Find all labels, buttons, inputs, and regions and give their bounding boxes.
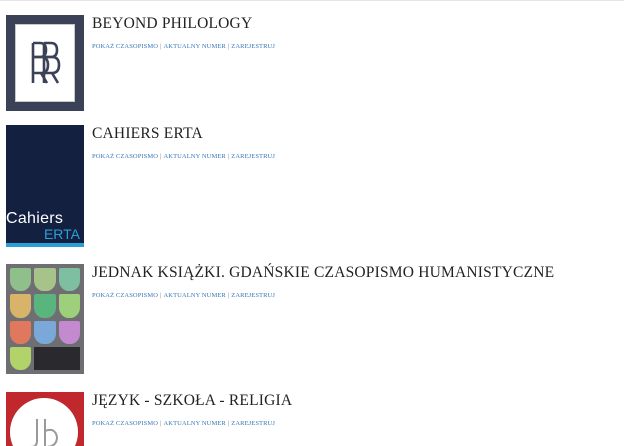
journal-links: POKAŻ CZASOPISMO | AKTUALNY NUMER | ZAREJEST… [92, 153, 275, 160]
bp-monogram-icon [31, 41, 61, 84]
journal-title[interactable]: JEDNAK KSIĄŻKI. GDAŃSKIE CZASOPISMO HUMA… [92, 264, 554, 282]
link-separator: | [160, 43, 162, 50]
link-separator: | [160, 420, 162, 427]
cover-shield-tile [34, 268, 56, 292]
cover-shield-tile [10, 320, 32, 344]
journal-list: BEYOND PHILOLOGY POKAŻ CZASOPISMO | AKTUAL… [0, 0, 624, 446]
cover-shield-tile [58, 268, 80, 292]
cover-shield-tile [10, 346, 32, 370]
journal-cover-beyond-philology[interactable] [6, 15, 84, 111]
cover-shield-tile [10, 294, 32, 318]
cover-shield-tile [58, 294, 80, 318]
current-issue-link[interactable]: AKTUALNY NUMER [163, 43, 225, 50]
show-journal-link[interactable]: POKAŻ CZASOPISMO [92, 153, 158, 160]
journal-cover-cahiers-erta[interactable]: Cahiers ERTA [6, 125, 84, 247]
cover-frame [15, 24, 75, 102]
show-journal-link[interactable]: POKAŻ CZASOPISMO [92, 292, 158, 299]
link-separator: | [227, 420, 230, 427]
journal-links: POKAŻ CZASOPISMO | AKTUALNY NUMER | ZAREJEST… [92, 420, 275, 427]
current-issue-link[interactable]: AKTUALNY NUMER [163, 292, 225, 299]
journal-title[interactable]: JĘZYK - SZKOŁA - RELIGIA [92, 392, 292, 410]
link-separator: | [160, 292, 162, 299]
journal-title[interactable]: BEYOND PHILOLOGY [92, 15, 252, 33]
link-separator: | [227, 292, 230, 299]
link-separator: | [160, 153, 162, 160]
cover-word-erta: ERTA [43, 226, 80, 242]
journal-links: POKAŻ CZASOPISMO | AKTUALNY NUMER | ZAREJEST… [92, 292, 275, 299]
cover-circle [10, 398, 78, 446]
journal-title[interactable]: CAHIERS ERTA [92, 125, 203, 143]
register-link[interactable]: ZAREJESTRUJ [231, 420, 275, 427]
link-separator: | [227, 43, 230, 50]
show-journal-link[interactable]: POKAŻ CZASOPISMO [92, 420, 158, 427]
journal-links: POKAŻ CZASOPISMO | AKTUALNY NUMER | ZAREJEST… [92, 43, 275, 50]
cover-shield-tile [34, 320, 56, 344]
current-issue-link[interactable]: AKTUALNY NUMER [163, 153, 225, 160]
register-link[interactable]: ZAREJESTRUJ [231, 43, 275, 50]
register-link[interactable]: ZAREJESTRUJ [231, 153, 275, 160]
show-journal-link[interactable]: POKAŻ CZASOPISMO [92, 43, 158, 50]
cover-shield-tile [10, 268, 32, 292]
cover-shield-tile [58, 320, 80, 344]
cover-label-box [34, 346, 80, 370]
register-link[interactable]: ZAREJESTRUJ [231, 292, 275, 299]
link-separator: | [227, 153, 230, 160]
journal-cover-jezyk-szkola-religia[interactable] [6, 392, 84, 446]
journal-cover-jednak-ksiazki[interactable] [6, 264, 84, 374]
current-issue-link[interactable]: AKTUALNY NUMER [163, 420, 225, 427]
jsr-monogram-icon [30, 419, 59, 446]
cover-shield-tile [34, 294, 56, 318]
